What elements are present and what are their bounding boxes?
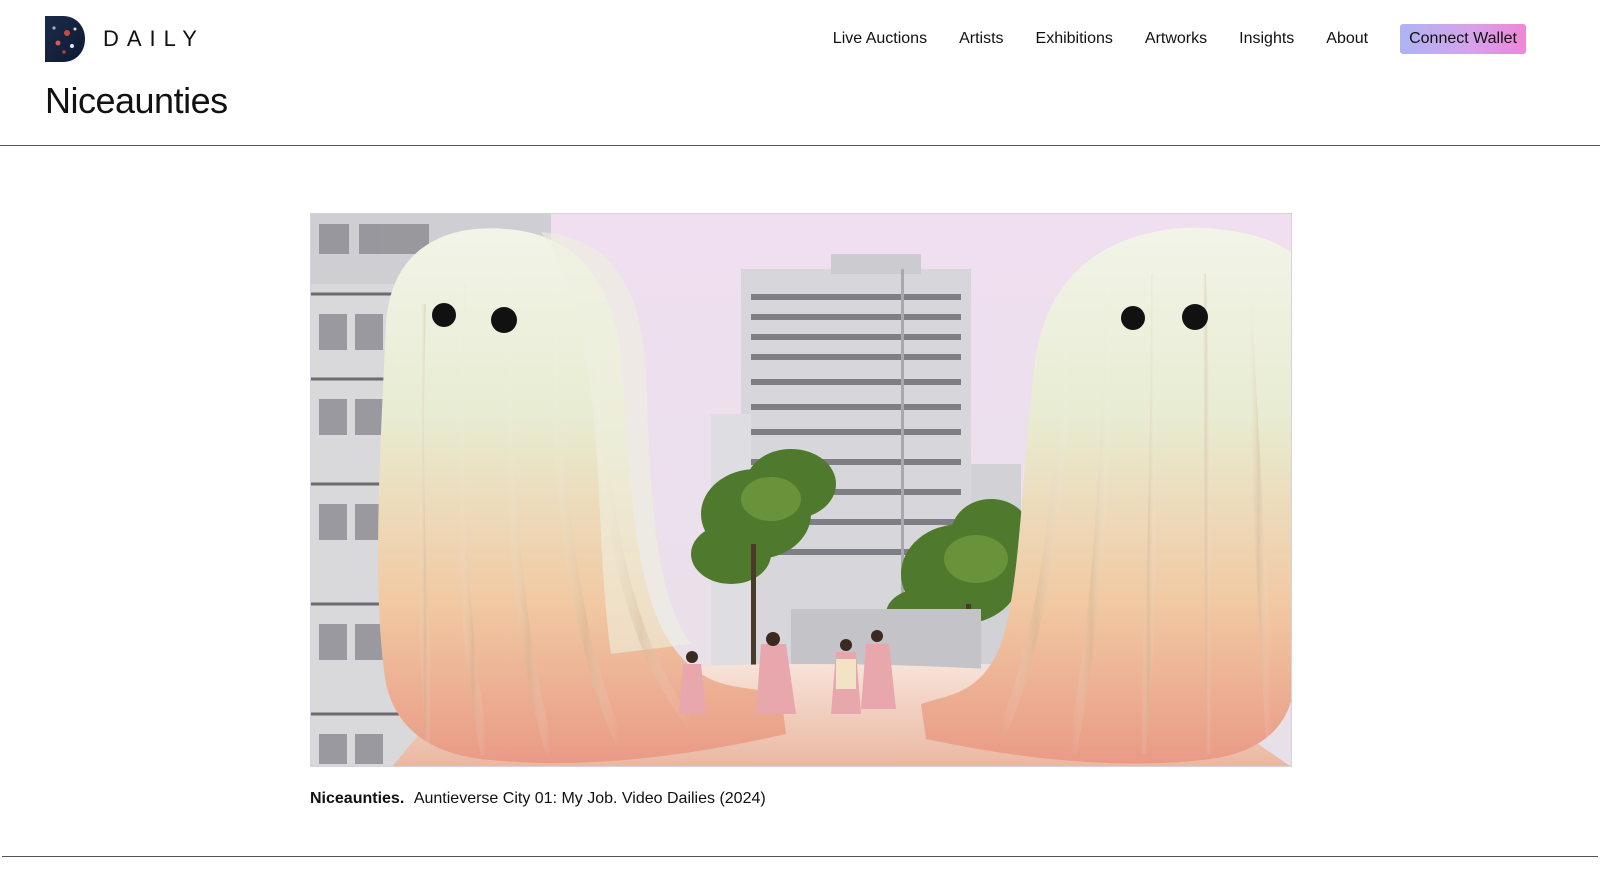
nav-artists[interactable]: Artists — [959, 30, 1003, 48]
main-nav: Live Auctions Artists Exhibitions Artwor… — [833, 24, 1526, 54]
site-header: DAILY Live Auctions Artists Exhibitions … — [0, 0, 1600, 146]
divider — [2, 856, 1598, 857]
nav-exhibitions[interactable]: Exhibitions — [1036, 30, 1113, 48]
artist-name[interactable]: Niceaunties. — [310, 790, 404, 807]
artwork-caption: Niceaunties. Auntieverse City 01: My Job… — [310, 790, 766, 808]
nav-about[interactable]: About — [1326, 30, 1368, 48]
logo-wordmark: DAILY — [103, 26, 205, 51]
nav-live-auctions[interactable]: Live Auctions — [833, 30, 927, 48]
artwork-video[interactable] — [310, 213, 1292, 767]
connect-wallet-button[interactable]: Connect Wallet — [1400, 24, 1526, 54]
artwork-description: Auntieverse City 01: My Job. Video Daili… — [413, 790, 766, 807]
daily-d-logo-icon — [45, 16, 85, 62]
nav-artworks[interactable]: Artworks — [1145, 30, 1207, 48]
artwork-image — [311, 214, 1291, 766]
home-logo-link[interactable]: DAILY — [45, 16, 205, 62]
nav-insights[interactable]: Insights — [1239, 30, 1294, 48]
page-title: Niceaunties — [45, 80, 228, 121]
